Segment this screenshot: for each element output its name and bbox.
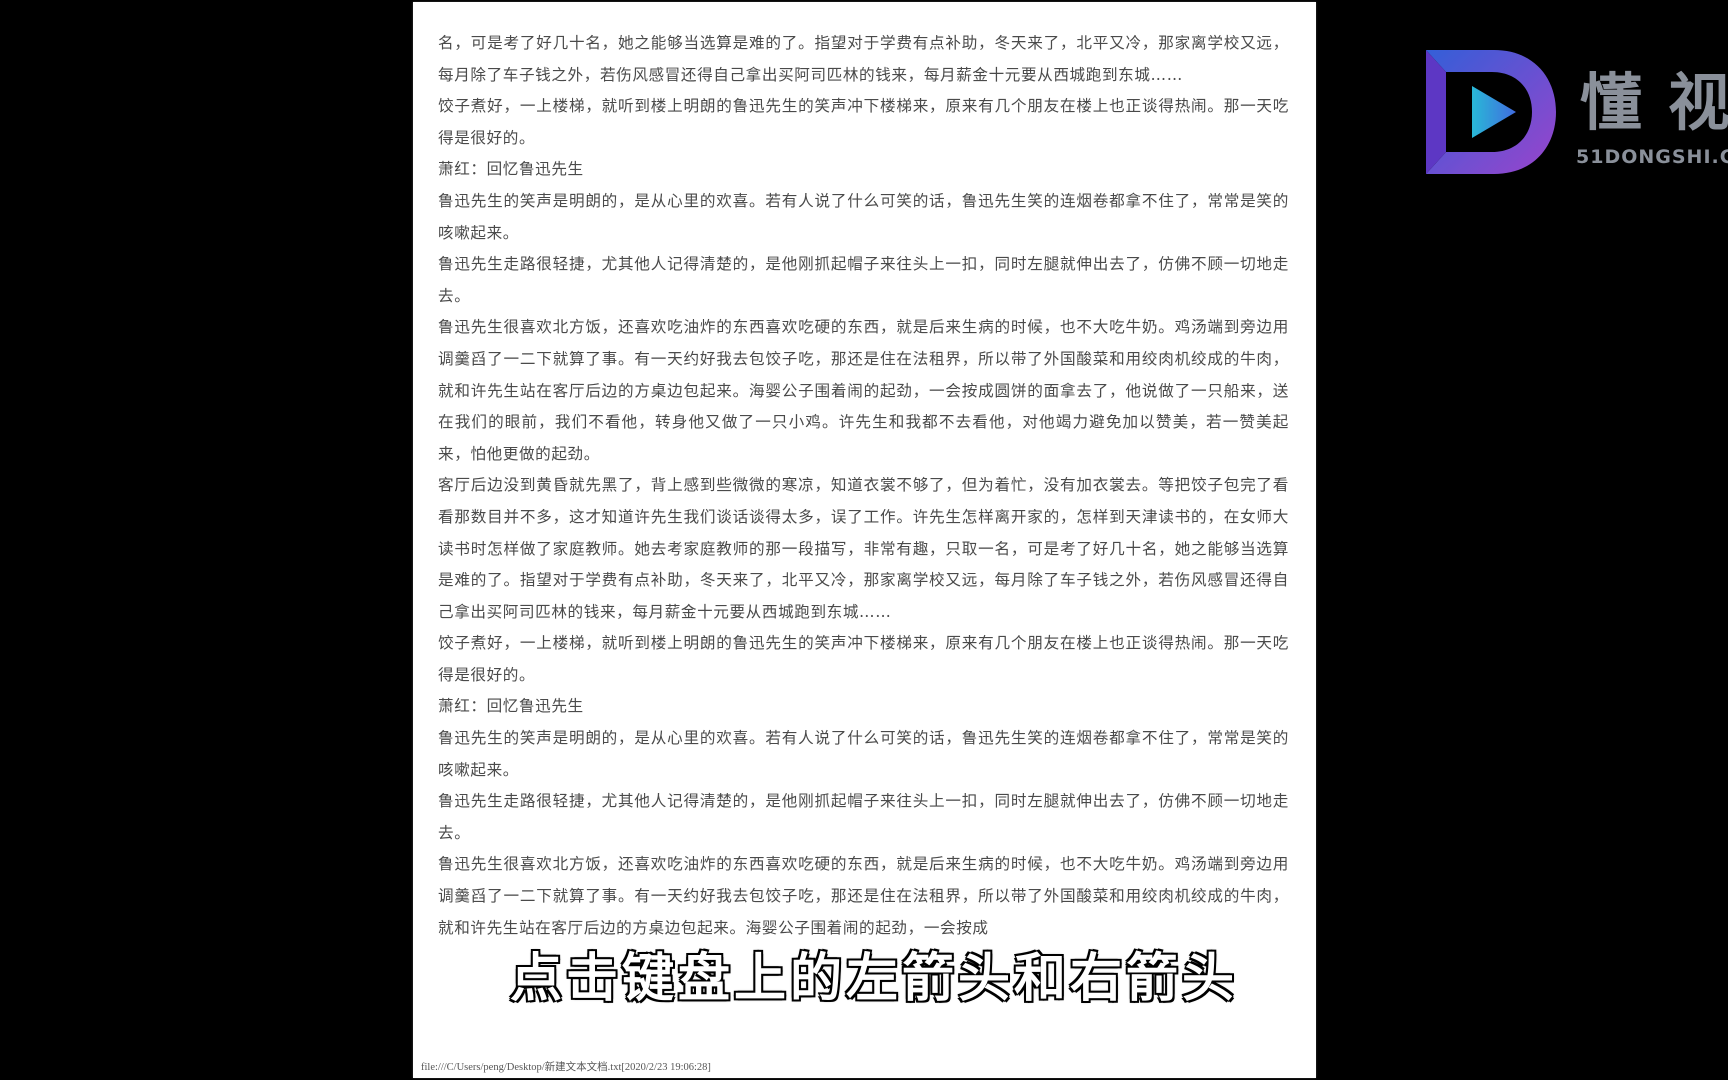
paragraph: 鲁迅先生很喜欢北方饭，还喜欢吃油炸的东西喜欢吃硬的东西，就是后来生病的时候，也不… — [438, 318, 1289, 463]
paragraph: 饺子煮好，一上楼梯，就听到楼上明朗的鲁迅先生的笑声冲下楼梯来，原来有几个朋友在楼… — [438, 97, 1289, 147]
document-body: 名，可是考了好几十名，她之能够当选算是难的了。指望对于学费有点补助，冬天来了，北… — [438, 28, 1289, 944]
watermark-brand-text: 懂视 — [1580, 66, 1728, 139]
paragraph: 客厅后边没到黄昏就先黑了，背上感到些微微的寒凉，知道衣裳不够了，但为着忙，没有加… — [438, 476, 1289, 621]
section-heading: 萧红：回忆鲁迅先生 — [438, 697, 584, 716]
document-page: 名，可是考了好几十名，她之能够当选算是难的了。指望对于学费有点补助，冬天来了，北… — [413, 2, 1316, 1078]
section-heading: 萧红：回忆鲁迅先生 — [438, 160, 584, 179]
paragraph: 鲁迅先生很喜欢北方饭，还喜欢吃油炸的东西喜欢吃硬的东西，就是后来生病的时候，也不… — [438, 855, 1289, 937]
paragraph: 饺子煮好，一上楼梯，就听到楼上明朗的鲁迅先生的笑声冲下楼梯来，原来有几个朋友在楼… — [438, 634, 1289, 684]
paragraph: 名，可是考了好几十名，她之能够当选算是难的了。指望对于学费有点补助，冬天来了，北… — [438, 34, 1289, 84]
paragraph: 鲁迅先生的笑声是明朗的，是从心里的欢喜。若有人说了什么可笑的话，鲁迅先生笑的连烟… — [438, 729, 1289, 779]
paragraph: 鲁迅先生走路很轻捷，尤其他人记得清楚的，是他刚抓起帽子来往头上一扣，同时左腿就伸… — [438, 255, 1289, 305]
file-path-footer: file:///C/Users/peng/Desktop/新建文本文档.txt[… — [421, 1062, 711, 1073]
play-d-logo-icon — [1426, 50, 1556, 174]
video-frame: 名，可是考了好几十名，她之能够当选算是难的了。指望对于学费有点补助，冬天来了，北… — [0, 0, 1728, 1080]
paragraph: 鲁迅先生走路很轻捷，尤其他人记得清楚的，是他刚抓起帽子来往头上一扣，同时左腿就伸… — [438, 792, 1289, 842]
video-subtitle: 点击键盘上的左箭头和右箭头 — [509, 948, 1238, 1010]
watermark: 懂视 51DONGSHI.COM — [1424, 48, 1728, 180]
watermark-site-text: 51DONGSHI.COM — [1576, 146, 1728, 168]
paragraph: 鲁迅先生的笑声是明朗的，是从心里的欢喜。若有人说了什么可笑的话，鲁迅先生笑的连烟… — [438, 191, 1289, 242]
